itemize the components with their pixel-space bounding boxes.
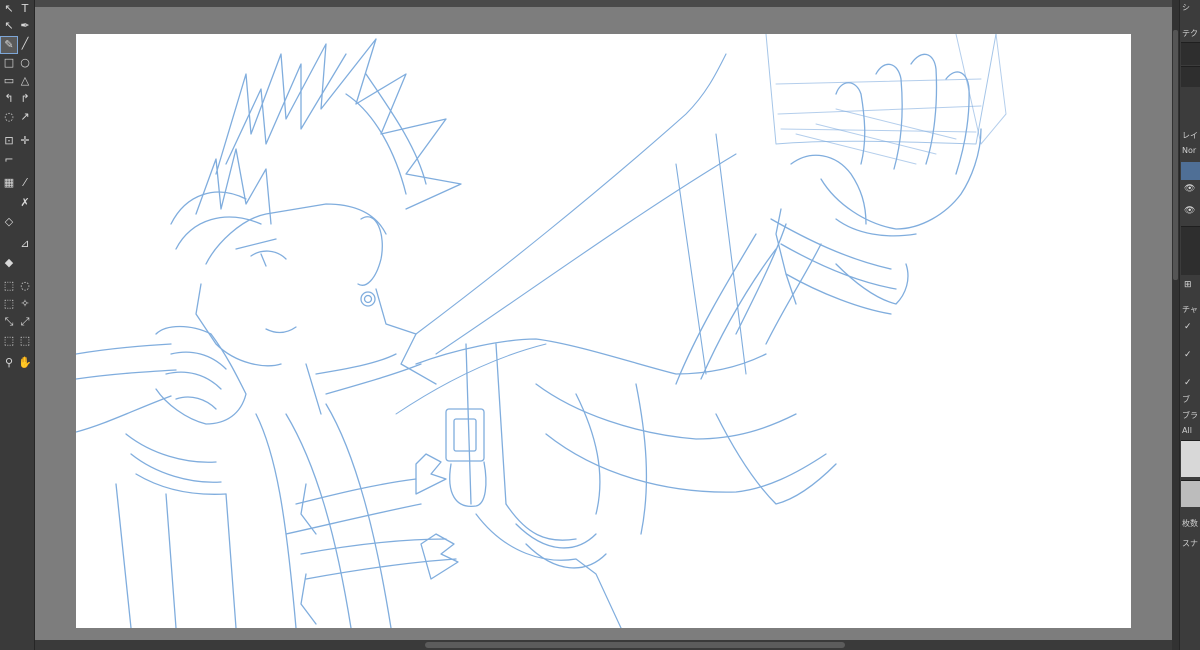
sketch-artwork [76,34,1007,628]
eraser-icon[interactable]: ◇ [1,214,17,230]
select-arrow-icon[interactable]: ↖ [1,18,17,34]
tool-palette: ↖ T ↖ ✒ ✎ ╱ □ ○ ▭ △ ↰ ↱ ◌ ↗ ⊡ ✛ ⌐ ▦ ⁄ ✗ … [0,0,35,650]
text-tool-icon[interactable]: T [17,1,33,17]
ellipse-icon[interactable]: ○ [17,55,33,71]
panel-label-blend: ブラ [1182,411,1198,420]
select-sub-icon[interactable]: ⬚ [17,333,33,349]
layer-list-area [1181,226,1200,275]
layer-row-selected[interactable] [1181,162,1200,180]
check-icon[interactable]: ✓ [1184,322,1192,332]
ruler-icon[interactable]: ⊿ [17,236,33,252]
select-rect-icon[interactable]: ⬚ [1,278,17,294]
top-menu-strip [35,0,1172,7]
panel-label-texture: テク [1182,29,1198,38]
select-magic-icon[interactable]: ✧ [17,296,33,312]
panel-label-channel: チャ [1182,305,1198,314]
brush-preview [1181,440,1200,477]
panel-label-layer: レイ [1182,131,1198,140]
horizontal-scrollbar[interactable] [35,640,1172,650]
hand-icon[interactable]: ✋ [17,355,33,371]
bezier-icon[interactable]: ↰ [1,91,17,107]
blend-icon[interactable]: ✗ [17,195,33,211]
select-ellipse-icon[interactable]: ◌ [17,278,33,294]
curve-icon[interactable]: ↱ [17,91,33,107]
panel-label-snap: スナ [1182,539,1198,548]
panel-label-brush: ブ [1182,395,1190,404]
vertical-scrollbar[interactable] [1172,0,1179,650]
select-pen-icon[interactable]: ⤡ [1,314,17,330]
line-icon[interactable]: ╱ [17,36,33,52]
texture-field[interactable] [1181,42,1200,65]
path-icon[interactable]: ↗ [17,109,33,125]
rectangle-icon[interactable]: □ [1,55,17,71]
pen-nib-icon[interactable]: ✒ [17,18,33,34]
brush-preview-2 [1181,480,1200,507]
add-layer-icon[interactable]: ⊞ [1184,280,1192,290]
panel-label-count: 枚数 [1182,519,1198,528]
select-erase-icon[interactable]: ⤢ [17,314,33,330]
gradient-icon[interactable]: ▦ [1,175,17,191]
texture-field-2[interactable] [1181,66,1200,87]
move-icon[interactable]: ↖ [1,1,17,17]
move-cross-icon[interactable]: ✛ [17,133,33,149]
panel-label-sub: シ [1182,3,1190,12]
lasso-icon[interactable]: ◌ [1,109,17,125]
select-add-icon[interactable]: ⬚ [1,333,17,349]
eye-icon[interactable]: 👁 [1184,206,1195,216]
eyedropper-icon[interactable]: ⁄ [17,175,33,191]
transform-icon[interactable]: ⊡ [1,133,17,149]
canvas-workspace[interactable] [35,0,1172,650]
check-icon[interactable]: ✓ [1184,350,1192,360]
layer-panel: シ テク レイ Nor 👁 👁 ⊞ チャ ✓ ✓ ✓ ブ ブラ All 枚数 ス… [1179,0,1200,650]
vertical-scroll-thumb[interactable] [1173,30,1178,280]
eye-icon[interactable]: 👁 [1184,184,1195,194]
frame-icon[interactable]: ▭ [1,73,17,89]
fill-icon[interactable]: ◆ [1,255,17,271]
crop-icon[interactable]: ⌐ [1,152,17,168]
blend-mode-select[interactable]: Nor [1182,146,1196,155]
select-lasso-icon[interactable]: ⬚ [1,296,17,312]
horizontal-scroll-thumb[interactable] [425,642,845,648]
zoom-icon[interactable]: ⚲ [1,355,17,371]
check-icon[interactable]: ✓ [1184,378,1192,388]
pencil-icon[interactable]: ✎ [0,36,18,54]
drawing-canvas[interactable] [76,34,1131,628]
polygon-icon[interactable]: △ [17,73,33,89]
all-select[interactable]: All [1182,426,1192,435]
